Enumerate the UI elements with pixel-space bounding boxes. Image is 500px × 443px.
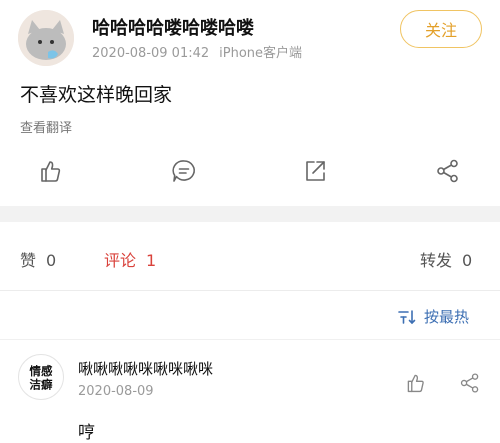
comment-icon[interactable]: [171, 158, 197, 184]
comment-like-icon[interactable]: [405, 372, 427, 394]
row-divider: [0, 339, 500, 340]
tab-likes-count: 0: [46, 251, 57, 270]
tab-reposts[interactable]: 转发 0: [420, 247, 472, 271]
sort-label: 按最热: [424, 308, 470, 326]
translate-link[interactable]: 查看翻译: [20, 117, 72, 136]
sort-control[interactable]: 按最热: [398, 306, 469, 327]
comment-avatar[interactable]: 情感 洁癖: [18, 354, 64, 400]
like-icon[interactable]: [38, 158, 64, 184]
avatar[interactable]: [18, 10, 74, 66]
cat-avatar-icon: [18, 10, 74, 66]
tab-comments-count: 1: [146, 251, 157, 270]
share-icon[interactable]: [435, 158, 461, 184]
post-meta: 2020-08-09 01:42 iPhone客户端: [92, 42, 302, 61]
post-date: 2020-08-09 01:42: [92, 46, 210, 61]
comment-avatar-line1: 情感: [29, 364, 53, 378]
comment-date: 2020-08-09: [78, 384, 154, 399]
tab-likes[interactable]: 赞0: [20, 247, 56, 271]
repost-icon[interactable]: [302, 158, 328, 184]
tab-comments[interactable]: 评论 1: [104, 247, 156, 271]
post-device: iPhone客户端: [219, 46, 303, 61]
tab-comments-label: 评论: [104, 251, 137, 270]
sort-icon: [398, 309, 416, 324]
follow-button[interactable]: 关注: [400, 10, 482, 48]
section-divider: [0, 206, 500, 222]
comment-text: 哼: [78, 423, 95, 443]
tab-reposts-label: 转发: [420, 251, 453, 270]
tab-reposts-count: 0: [462, 251, 473, 270]
comment-avatar-text-icon: 情感 洁癖: [29, 364, 53, 391]
comment-share-icon[interactable]: [459, 372, 481, 394]
comment-avatar-line2: 洁癖: [30, 377, 53, 391]
post-username[interactable]: 哈哈哈哈喽哈喽哈喽: [92, 14, 254, 40]
row-divider: [0, 290, 500, 291]
comment-username[interactable]: 啾啾啾啾咪啾咪啾咪: [78, 358, 213, 379]
tab-likes-label: 赞: [20, 251, 37, 270]
post-text: 不喜欢这样晚回家: [20, 84, 173, 106]
